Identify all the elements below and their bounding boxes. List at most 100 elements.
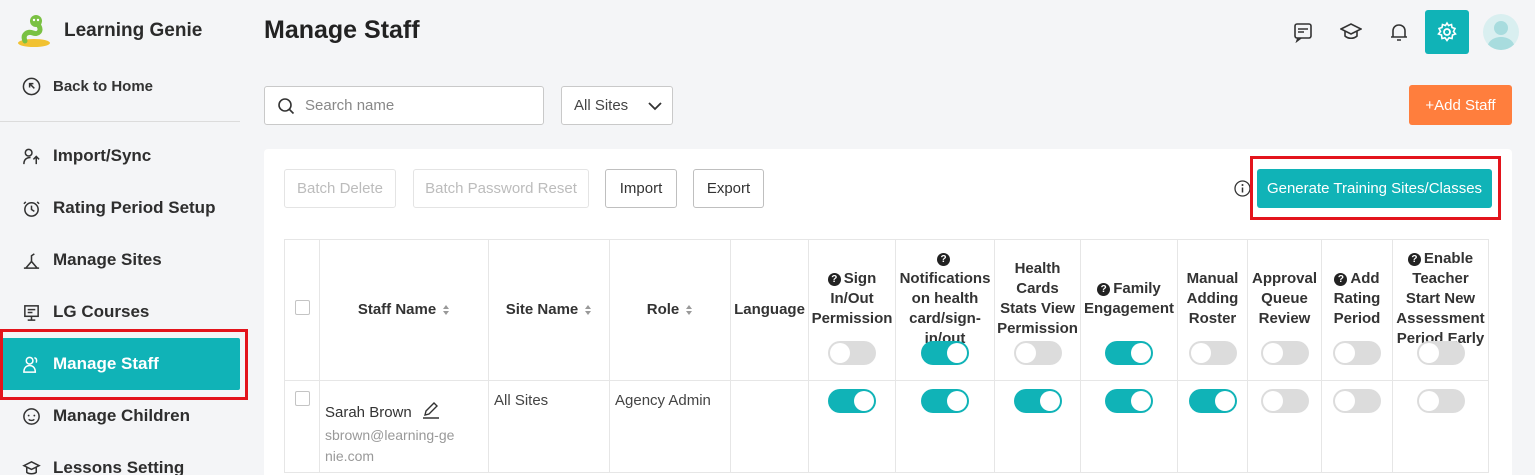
top-toolbar [1277,10,1535,54]
settings-button[interactable] [1425,10,1469,54]
row-toggle-manual-adding[interactable] [1188,389,1237,413]
staff-name-cell: Sarah Brown sbrown@learning-genie.com [319,380,489,473]
row-toggle-add-rating[interactable] [1333,389,1381,413]
help-icon[interactable]: ? [937,253,950,266]
header-toggle-notifications[interactable] [921,341,969,365]
column-family-engagement: ? Family Engagement [1080,239,1178,381]
help-icon[interactable]: ? [827,273,841,286]
staff-table: Staff Name Site Name Role Language ? Sign… [284,239,1489,473]
table-row: Sarah Brown sbrown@learning-genie.com Al… [284,380,1489,473]
row-toggle-family-engagement[interactable] [1105,389,1153,413]
approval-queue-cell [1247,380,1322,473]
header-toggle-enable-teacher[interactable] [1416,341,1465,365]
sort-icon [443,305,450,316]
column-label: Staff Name [357,301,437,318]
add-staff-button[interactable]: +Add Staff [1409,85,1512,125]
select-all-checkbox[interactable] [294,299,310,315]
row-checkbox[interactable] [294,391,310,406]
courses-icon [24,304,39,321]
brand[interactable]: Learning Genie [16,14,202,48]
help-icon[interactable]: ? [1334,273,1348,286]
chat-list-icon [1294,23,1312,43]
sidebar-item-lessons-setting[interactable]: Lessons Setting [0,442,240,475]
user-avatar-icon [1487,21,1515,50]
site-select[interactable]: All Sites [561,86,673,125]
column-staff-name[interactable]: Staff Name [319,239,489,381]
row-toggle-approval-queue[interactable] [1260,389,1309,413]
sidebar-item-label: LG Courses [53,302,150,321]
children-icon [23,407,40,425]
header-toggle-sign-in-out[interactable] [828,341,876,365]
rating-period-icon [23,200,40,217]
graduation-cap-icon [1340,23,1362,40]
site-name-cell: All Sites [488,380,610,473]
bell-icon [1391,24,1407,41]
row-toggle-enable-teacher[interactable] [1416,389,1465,413]
courses-button[interactable] [1329,10,1373,54]
chat-list-button[interactable] [1281,10,1325,54]
sidebar-item-label: Lessons Setting [53,458,185,475]
sidebar: Learning Genie Back to Home Import/Sync … [0,0,248,475]
chevron-down-icon [648,101,662,110]
search-input[interactable] [305,97,525,114]
column-notifications: ? Notifications on health card/sign-in/ou… [895,239,995,381]
sort-icon [585,305,592,316]
help-icon[interactable]: ? [1097,283,1111,296]
staff-name: Sarah Brown [325,404,412,421]
sites-icon [23,252,40,269]
staff-email: sbrown@learning-genie.com [325,427,455,464]
header-toggle-approval-queue[interactable] [1260,341,1309,365]
row-select-cell [284,380,320,473]
sidebar-item-import-sync[interactable]: Import/Sync [0,130,240,182]
notifications-button[interactable] [1377,10,1421,54]
row-toggle-health-cards[interactable] [1013,389,1062,413]
user-avatar[interactable] [1483,14,1519,50]
back-arrow-icon [22,77,41,96]
import-sync-icon [23,148,40,164]
column-label: Notifications on health card/sign-in/out [899,270,991,347]
table-header-row: Staff Name Site Name Role Language ? Sign… [284,239,1489,381]
column-health-cards: Health Cards Stats View Permission [994,239,1081,381]
highlight-box-generate [1250,156,1501,220]
sidebar-divider [0,121,240,122]
sidebar-item-manage-sites[interactable]: Manage Sites [0,234,240,286]
sidebar-item-label: Rating Period Setup [53,198,216,217]
notifications-cell [895,380,995,473]
column-label: Site Name [505,301,579,318]
site-select-value: All Sites [574,97,629,114]
select-all-cell [284,239,320,381]
header-toggle-health-cards[interactable] [1013,341,1062,365]
column-label: Role [646,301,680,318]
header-toggle-manual-adding[interactable] [1188,341,1237,365]
brand-name: Learning Genie [64,20,203,41]
column-role[interactable]: Role [609,239,731,381]
enable-teacher-cell [1392,380,1489,473]
sidebar-item-rating-period-setup[interactable]: Rating Period Setup [0,182,240,234]
row-toggle-sign-in-out[interactable] [828,389,876,413]
batch-password-reset-button[interactable]: Batch Password Reset [413,169,589,208]
import-button[interactable]: Import [605,169,677,208]
help-icon[interactable]: ? [1407,253,1421,266]
column-manual-adding: Manual Adding Roster [1177,239,1248,381]
header-toggle-add-rating[interactable] [1333,341,1381,365]
column-label: Manual Adding Roster [1186,270,1239,327]
family-engagement-cell [1080,380,1178,473]
column-add-rating: ? Add Rating Period [1321,239,1393,381]
batch-delete-button[interactable]: Batch Delete [284,169,396,208]
page-title: Manage Staff [264,16,420,44]
learning-genie-logo [18,15,50,47]
export-button[interactable]: Export [693,169,764,208]
highlight-box-manage-staff [0,329,248,400]
header-toggle-family-engagement[interactable] [1105,341,1153,365]
back-to-home-link[interactable]: Back to Home [22,77,153,96]
column-label: Approval Queue Review [1251,270,1317,327]
edit-pencil-icon[interactable] [422,401,440,419]
column-sign-in-out: ? Sign In/Out Permission [808,239,896,381]
column-site-name[interactable]: Site Name [488,239,610,381]
add-rating-cell [1321,380,1393,473]
row-toggle-notifications[interactable] [921,389,969,413]
info-icon[interactable] [1234,180,1251,197]
back-to-home-label: Back to Home [53,78,154,95]
sign-in-out-cell [808,380,896,473]
column-language: Language [730,239,809,381]
